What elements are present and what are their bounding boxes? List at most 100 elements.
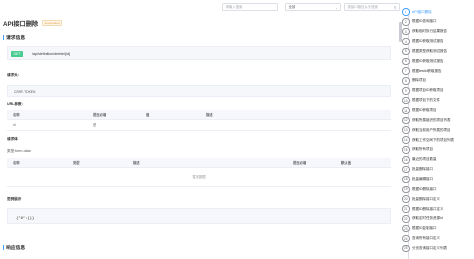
- nav-item-label: 根据ID查询接口: [412, 19, 437, 24]
- nav-item[interactable]: 17 批量删除接口: [402, 165, 474, 174]
- nav-item-label: 根据ID删除接口: [412, 186, 437, 191]
- status-badge: deprecated: [42, 19, 63, 27]
- chevron-down-icon: ⌄: [335, 5, 338, 10]
- nav-item-number: 7: [402, 67, 410, 75]
- api-detail-panel: API接口删除 deprecated 请求信息 GET /api/definit…: [0, 16, 397, 259]
- example-value: {"0":{}}: [16, 214, 35, 220]
- nav-item[interactable]: 12 获取所属组织的项目列表: [402, 116, 474, 125]
- request-url-box: GET /api/definition/delete/{id}: [7, 46, 391, 60]
- nav-item[interactable]: 22 获取定时任务资源id: [402, 215, 474, 223]
- nav-item-number: 6: [402, 57, 410, 65]
- table-cell: 是: [87, 119, 140, 131]
- nav-item-label: 获取当前用户所属的项目: [412, 127, 451, 132]
- nav-item[interactable]: 19 根据ID删除接口: [402, 185, 474, 194]
- nav-item[interactable]: 7 根据testId获取报告: [402, 67, 474, 75]
- column-header: 值: [140, 110, 200, 120]
- nav-item[interactable]: 23 根据ID复制接口: [402, 224, 474, 233]
- nav-item-label: 分页查询接口定义列表: [412, 245, 447, 250]
- nav-item-number: 12: [402, 116, 410, 125]
- keyword-search-placeholder: 请输入搜索: [225, 5, 243, 9]
- nav-item-label: API接口删除: [412, 9, 432, 14]
- column-header: 默认值: [335, 158, 391, 168]
- column-header: 描述: [200, 110, 391, 120]
- nav-item[interactable]: 2 根据ID查询接口: [402, 18, 474, 26]
- page-title: API接口删除: [3, 20, 39, 28]
- response-info-heading: 响应信息: [3, 244, 25, 251]
- nav-item[interactable]: 18 批量编辑接口: [402, 175, 474, 184]
- nav-item-label: 根据类型获取测试报告: [412, 48, 447, 53]
- example-box: {"0":{}}: [7, 208, 391, 224]
- request-body-label: 请求体: [7, 137, 18, 141]
- nav-item[interactable]: 24 查询所有接口定义: [402, 234, 474, 243]
- keyword-search-input[interactable]: 请输入搜索: [222, 3, 278, 11]
- nav-item[interactable]: 6 根据ID获取测试报告: [402, 57, 474, 65]
- url-params-table: 名称 是否必填 值 描述 id 是: [7, 110, 391, 131]
- scope-select[interactable]: 全部 ⌄: [285, 3, 341, 11]
- nav-item-number: 11: [402, 106, 410, 115]
- nav-item-number: 10: [402, 96, 410, 105]
- response-info-label: 响应信息: [6, 246, 26, 251]
- nav-item[interactable]: 3 获取临时执行结果报告: [402, 27, 474, 36]
- nav-item-number: 15: [402, 146, 410, 154]
- nav-item-number: 22: [402, 215, 410, 223]
- nav-item-label: 根据项目下的文件: [412, 98, 440, 103]
- nav-item-number: 9: [402, 87, 410, 95]
- nav-item[interactable]: 20 批量删除接口定义: [402, 195, 474, 203]
- example-label: 范例展示: [7, 197, 22, 201]
- nav-item-number: 19: [402, 185, 410, 194]
- header-value: CSRF-TOKEN: [14, 89, 36, 94]
- nav-item-number: 21: [402, 205, 410, 213]
- nav-item-label: 批量删除接口: [412, 167, 433, 172]
- nav-item-label: 根据ID复制接口: [412, 226, 437, 231]
- nav-item[interactable]: 16 最近的项目数量: [402, 156, 474, 164]
- nav-item-label: 根据ID获取测试报告: [412, 58, 444, 63]
- nav-item-label: 根据项目ID获取项目: [412, 88, 444, 93]
- nav-item[interactable]: 4 根据ID获取测试报告: [402, 37, 474, 46]
- request-url: /api/definition/delete/{id}: [32, 51, 71, 56]
- nav-item-number: 13: [402, 126, 410, 134]
- nav-item[interactable]: 8 删除项目: [402, 77, 474, 85]
- nav-item-label: 根据ID获取测试报告: [412, 39, 444, 44]
- nav-item-label: 删除项目: [412, 78, 426, 83]
- url-search-input[interactable]: 按接口路径从头搜索 ⚲: [344, 3, 400, 11]
- table-header-row: 名称 是否必填 值 描述: [7, 110, 391, 120]
- nav-item-number: 17: [402, 165, 410, 174]
- nav-item[interactable]: 21 根据ID删除接口定义: [402, 205, 474, 213]
- nav-item[interactable]: 15 获取所有项目: [402, 146, 474, 154]
- column-header: 类型: [67, 158, 127, 168]
- nav-item[interactable]: 25 分页查询接口定义列表: [402, 244, 474, 253]
- api-nav-list: 1 API接口删除 2 根据ID查询接口 3 获取临时执行结果报告 4 根据ID获取测试报告 5…: [402, 8, 474, 259]
- body-type-label: 类型:form-data: [7, 149, 31, 153]
- nav-item[interactable]: 14 获取工作空间下的项目列表: [402, 136, 474, 144]
- nav-item-number: 4: [402, 37, 410, 46]
- nav-item-number: 20: [402, 195, 410, 203]
- request-info-label: 请求信息: [6, 36, 26, 41]
- nav-item-label: 获取临时执行结果报告: [412, 29, 447, 34]
- scope-select-value: 全部: [288, 5, 296, 9]
- nav-item-label: 根据ID获取项目: [412, 108, 437, 112]
- column-header: 名称: [7, 110, 87, 120]
- empty-data-text: 暂无数据: [7, 167, 391, 187]
- nav-item[interactable]: 10 根据项目下的文件: [402, 96, 474, 105]
- url-search-placeholder: 按接口路径从头搜索: [347, 5, 379, 9]
- nav-item-label: 获取工作空间下的项目列表: [412, 137, 454, 142]
- page-title-row: API接口删除 deprecated: [0, 19, 63, 28]
- nav-item[interactable]: 1 API接口删除: [402, 8, 474, 16]
- nav-item-label: 批量编辑接口: [412, 176, 433, 181]
- nav-item-number: 1: [402, 8, 410, 16]
- nav-item-label: 最近的项目数量: [412, 157, 437, 162]
- nav-item-number: 2: [402, 18, 410, 26]
- nav-item-number: 23: [402, 224, 410, 233]
- nav-item-label: 获取所属组织的项目列表: [412, 117, 451, 122]
- nav-item[interactable]: 9 根据项目ID获取项目: [402, 87, 474, 95]
- nav-item-number: 3: [402, 27, 410, 36]
- nav-item[interactable]: 13 获取当前用户所属的项目: [402, 126, 474, 134]
- nav-item[interactable]: 5 根据类型获取测试报告: [402, 47, 474, 56]
- nav-item-number: 16: [402, 156, 410, 164]
- table-row: id 是: [7, 119, 391, 131]
- search-icon[interactable]: ⚲: [394, 4, 397, 11]
- http-method-badge: GET: [11, 50, 23, 58]
- nav-item-label: 获取所有项目: [412, 147, 433, 152]
- nav-item-label: 查询所有接口定义: [412, 236, 440, 241]
- nav-item[interactable]: 11 根据ID获取项目: [402, 106, 474, 115]
